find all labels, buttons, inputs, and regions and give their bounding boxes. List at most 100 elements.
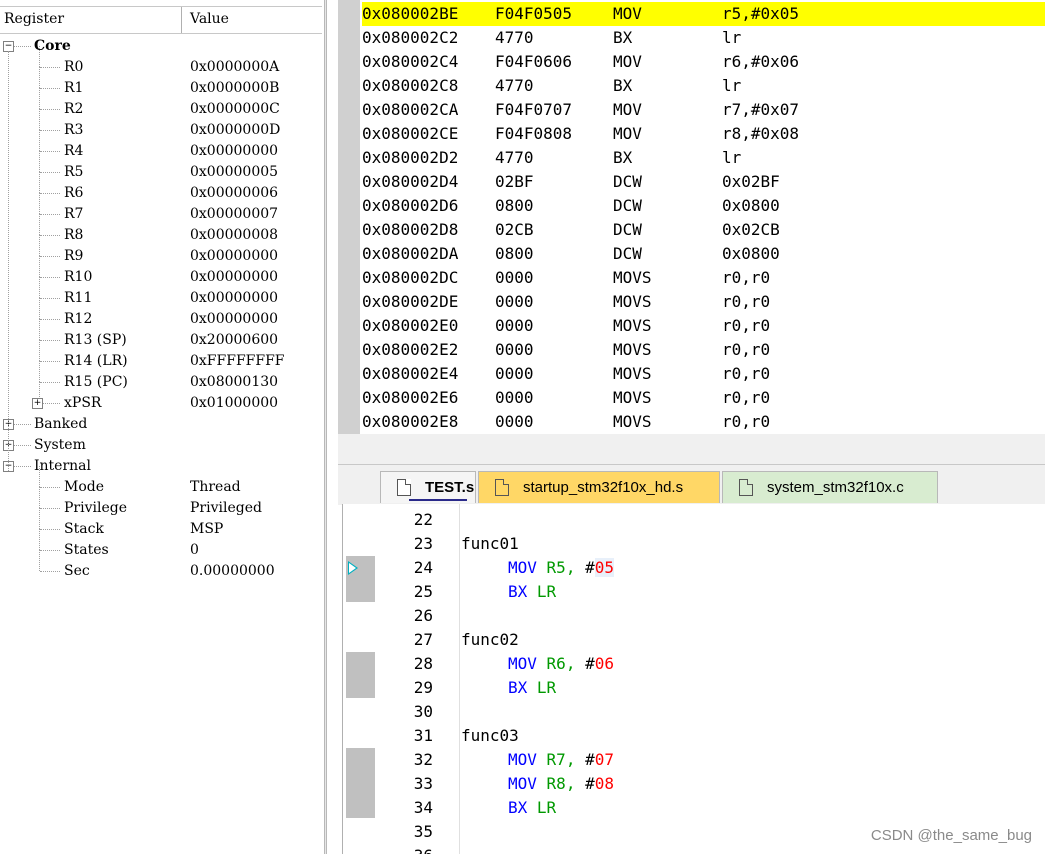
- register-value[interactable]: 0x00000005: [190, 162, 278, 183]
- tab-system-stm32f10x-c[interactable]: system_stm32f10x.c: [722, 471, 938, 503]
- register-row[interactable]: R8 0x00000008: [0, 214, 322, 246]
- register-value[interactable]: 0x00000000: [190, 141, 278, 162]
- instruction-opcode: 0000: [495, 412, 534, 431]
- disassembly-row[interactable]: 0x080002DC 0000 MOVS r0,r0: [362, 266, 1045, 290]
- register-value[interactable]: 0x0000000A: [190, 57, 279, 78]
- register-row[interactable]: R3 0x0000000D: [0, 109, 322, 141]
- instruction-address: 0x080002E6: [362, 388, 459, 407]
- register-row[interactable]: R0 0x0000000A: [0, 46, 322, 78]
- code-hash: #: [585, 654, 595, 673]
- register-value[interactable]: 0x01000000: [190, 393, 278, 414]
- code-line[interactable]: 23 func01: [343, 532, 1045, 556]
- register-value[interactable]: 0x00000000: [190, 288, 278, 309]
- register-row[interactable]: R15 (PC) 0x08000130: [0, 361, 322, 393]
- disassembly-row[interactable]: 0x080002D4 02BF DCW 0x02BF: [362, 170, 1045, 194]
- source-editor[interactable]: 22 23 func01 24 MOV R5, #05 25 BX LR 26 27 func0…: [342, 504, 1045, 854]
- disassembly-row[interactable]: 0x080002D8 02CB DCW 0x02CB: [362, 218, 1045, 242]
- disassembly-row[interactable]: 0x080002C4 F04F0606 MOV r6,#0x06: [362, 50, 1045, 74]
- code-mnemonic: BX: [508, 582, 528, 601]
- register-row[interactable]: Mode Thread: [0, 466, 322, 498]
- disassembly-row[interactable]: 0x080002C2 4770 BX lr: [362, 26, 1045, 50]
- register-value[interactable]: 0x08000130: [190, 372, 278, 393]
- code-line[interactable]: 27 func02: [343, 628, 1045, 652]
- disassembly-row[interactable]: 0x080002E6 0000 MOVS r0,r0: [362, 386, 1045, 410]
- register-row[interactable]: R5 0x00000005: [0, 151, 322, 183]
- register-value[interactable]: 0x20000600: [190, 330, 278, 351]
- register-row[interactable]: Privilege Privileged: [0, 487, 322, 519]
- register-value[interactable]: 0x0000000D: [190, 120, 280, 141]
- register-value[interactable]: MSP: [190, 519, 223, 540]
- disassembly-row-current[interactable]: 0x080002BE F04F0505 MOV r5,#0x05: [362, 2, 1045, 26]
- disassembly-row[interactable]: 0x080002D2 4770 BX lr: [362, 146, 1045, 170]
- disassembly-row[interactable]: 0x080002CE F04F0808 MOV r8,#0x08: [362, 122, 1045, 146]
- register-value[interactable]: 0: [190, 540, 199, 561]
- code-line[interactable]: 36: [343, 844, 1045, 854]
- register-row[interactable]: − Internal: [0, 456, 322, 477]
- register-row[interactable]: R9 0x00000000: [0, 235, 322, 267]
- register-row[interactable]: + xPSR 0x01000000: [0, 382, 322, 414]
- disassembly-row[interactable]: 0x080002E2 0000 MOVS r0,r0: [362, 338, 1045, 362]
- register-row[interactable]: R14 (LR) 0xFFFFFFFF: [0, 340, 322, 372]
- register-value[interactable]: 0x00000008: [190, 225, 278, 246]
- register-row[interactable]: R12 0x00000000: [0, 298, 322, 330]
- register-row[interactable]: + System: [0, 435, 322, 456]
- register-value[interactable]: 0x00000007: [190, 204, 278, 225]
- disassembly-row[interactable]: 0x080002DA 0800 DCW 0x0800: [362, 242, 1045, 266]
- instruction-mnemonic: DCW: [613, 172, 642, 191]
- register-value[interactable]: 0x0000000B: [190, 78, 279, 99]
- column-separator[interactable]: [181, 7, 182, 33]
- register-column-header[interactable]: Register: [4, 11, 64, 27]
- tab-test-s[interactable]: TEST.s: [380, 471, 476, 503]
- register-name: R12: [64, 311, 93, 327]
- register-row[interactable]: R10 0x00000000: [0, 256, 322, 288]
- register-row[interactable]: States 0: [0, 529, 322, 561]
- register-value[interactable]: 0xFFFFFFFF: [190, 351, 285, 372]
- code-line[interactable]: 24 MOV R5, #05: [343, 556, 1045, 580]
- code-line[interactable]: 25 BX LR: [343, 580, 1045, 604]
- register-row[interactable]: R11 0x00000000: [0, 277, 322, 309]
- register-row[interactable]: Sec 0.00000000: [0, 550, 322, 582]
- disassembly-row[interactable]: 0x080002D6 0800 DCW 0x0800: [362, 194, 1045, 218]
- disassembly-row[interactable]: 0x080002E0 0000 MOVS r0,r0: [362, 314, 1045, 338]
- register-row[interactable]: Stack MSP: [0, 508, 322, 540]
- code-line[interactable]: 31 func03: [343, 724, 1045, 748]
- expand-icon[interactable]: +: [32, 398, 43, 409]
- register-row[interactable]: R1 0x0000000B: [0, 67, 322, 99]
- register-value[interactable]: 0x00000000: [190, 246, 278, 267]
- register-row[interactable]: R6 0x00000006: [0, 172, 322, 204]
- value-column-header[interactable]: Value: [190, 11, 229, 27]
- register-row[interactable]: − Core: [0, 36, 322, 57]
- instruction-address: 0x080002D6: [362, 196, 459, 215]
- code-line[interactable]: 26: [343, 604, 1045, 628]
- panel-splitter[interactable]: [324, 0, 327, 854]
- register-value[interactable]: 0x0000000C: [190, 99, 280, 120]
- disassembly-row[interactable]: 0x080002DE 0000 MOVS r0,r0: [362, 290, 1045, 314]
- code-line[interactable]: 29 BX LR: [343, 676, 1045, 700]
- register-value[interactable]: 0x00000000: [190, 309, 278, 330]
- code-line[interactable]: 22: [343, 508, 1045, 532]
- disassembly-row[interactable]: 0x080002CA F04F0707 MOV r7,#0x07: [362, 98, 1045, 122]
- tree-line: [40, 277, 60, 278]
- register-value[interactable]: 0x00000000: [190, 267, 278, 288]
- register-row[interactable]: R4 0x00000000: [0, 130, 322, 162]
- disassembly-row[interactable]: 0x080002E8 0000 MOVS r0,r0: [362, 410, 1045, 434]
- register-row[interactable]: R7 0x00000007: [0, 193, 322, 225]
- code-line[interactable]: 28 MOV R6, #06: [343, 652, 1045, 676]
- register-row[interactable]: R13 (SP) 0x20000600: [0, 319, 322, 351]
- disassembly-gutter[interactable]: [338, 0, 360, 434]
- code-line[interactable]: 34 BX LR: [343, 796, 1045, 820]
- register-value[interactable]: Thread: [190, 477, 241, 498]
- code-line[interactable]: 32 MOV R7, #07: [343, 748, 1045, 772]
- register-value[interactable]: Privileged: [190, 498, 262, 519]
- disassembly-row[interactable]: 0x080002E4 0000 MOVS r0,r0: [362, 362, 1045, 386]
- code-line[interactable]: 30: [343, 700, 1045, 724]
- disassembly-row[interactable]: 0x080002C8 4770 BX lr: [362, 74, 1045, 98]
- register-value[interactable]: 0x00000006: [190, 183, 278, 204]
- window-splitter[interactable]: [338, 434, 1045, 464]
- register-row[interactable]: + Banked: [0, 414, 322, 435]
- register-row[interactable]: R2 0x0000000C: [0, 88, 322, 120]
- instruction-mnemonic: DCW: [613, 196, 642, 215]
- tab-startup-stm32f10x-hd-s[interactable]: startup_stm32f10x_hd.s: [478, 471, 720, 503]
- code-line[interactable]: 33 MOV R8, #08: [343, 772, 1045, 796]
- register-value[interactable]: 0.00000000: [190, 561, 275, 582]
